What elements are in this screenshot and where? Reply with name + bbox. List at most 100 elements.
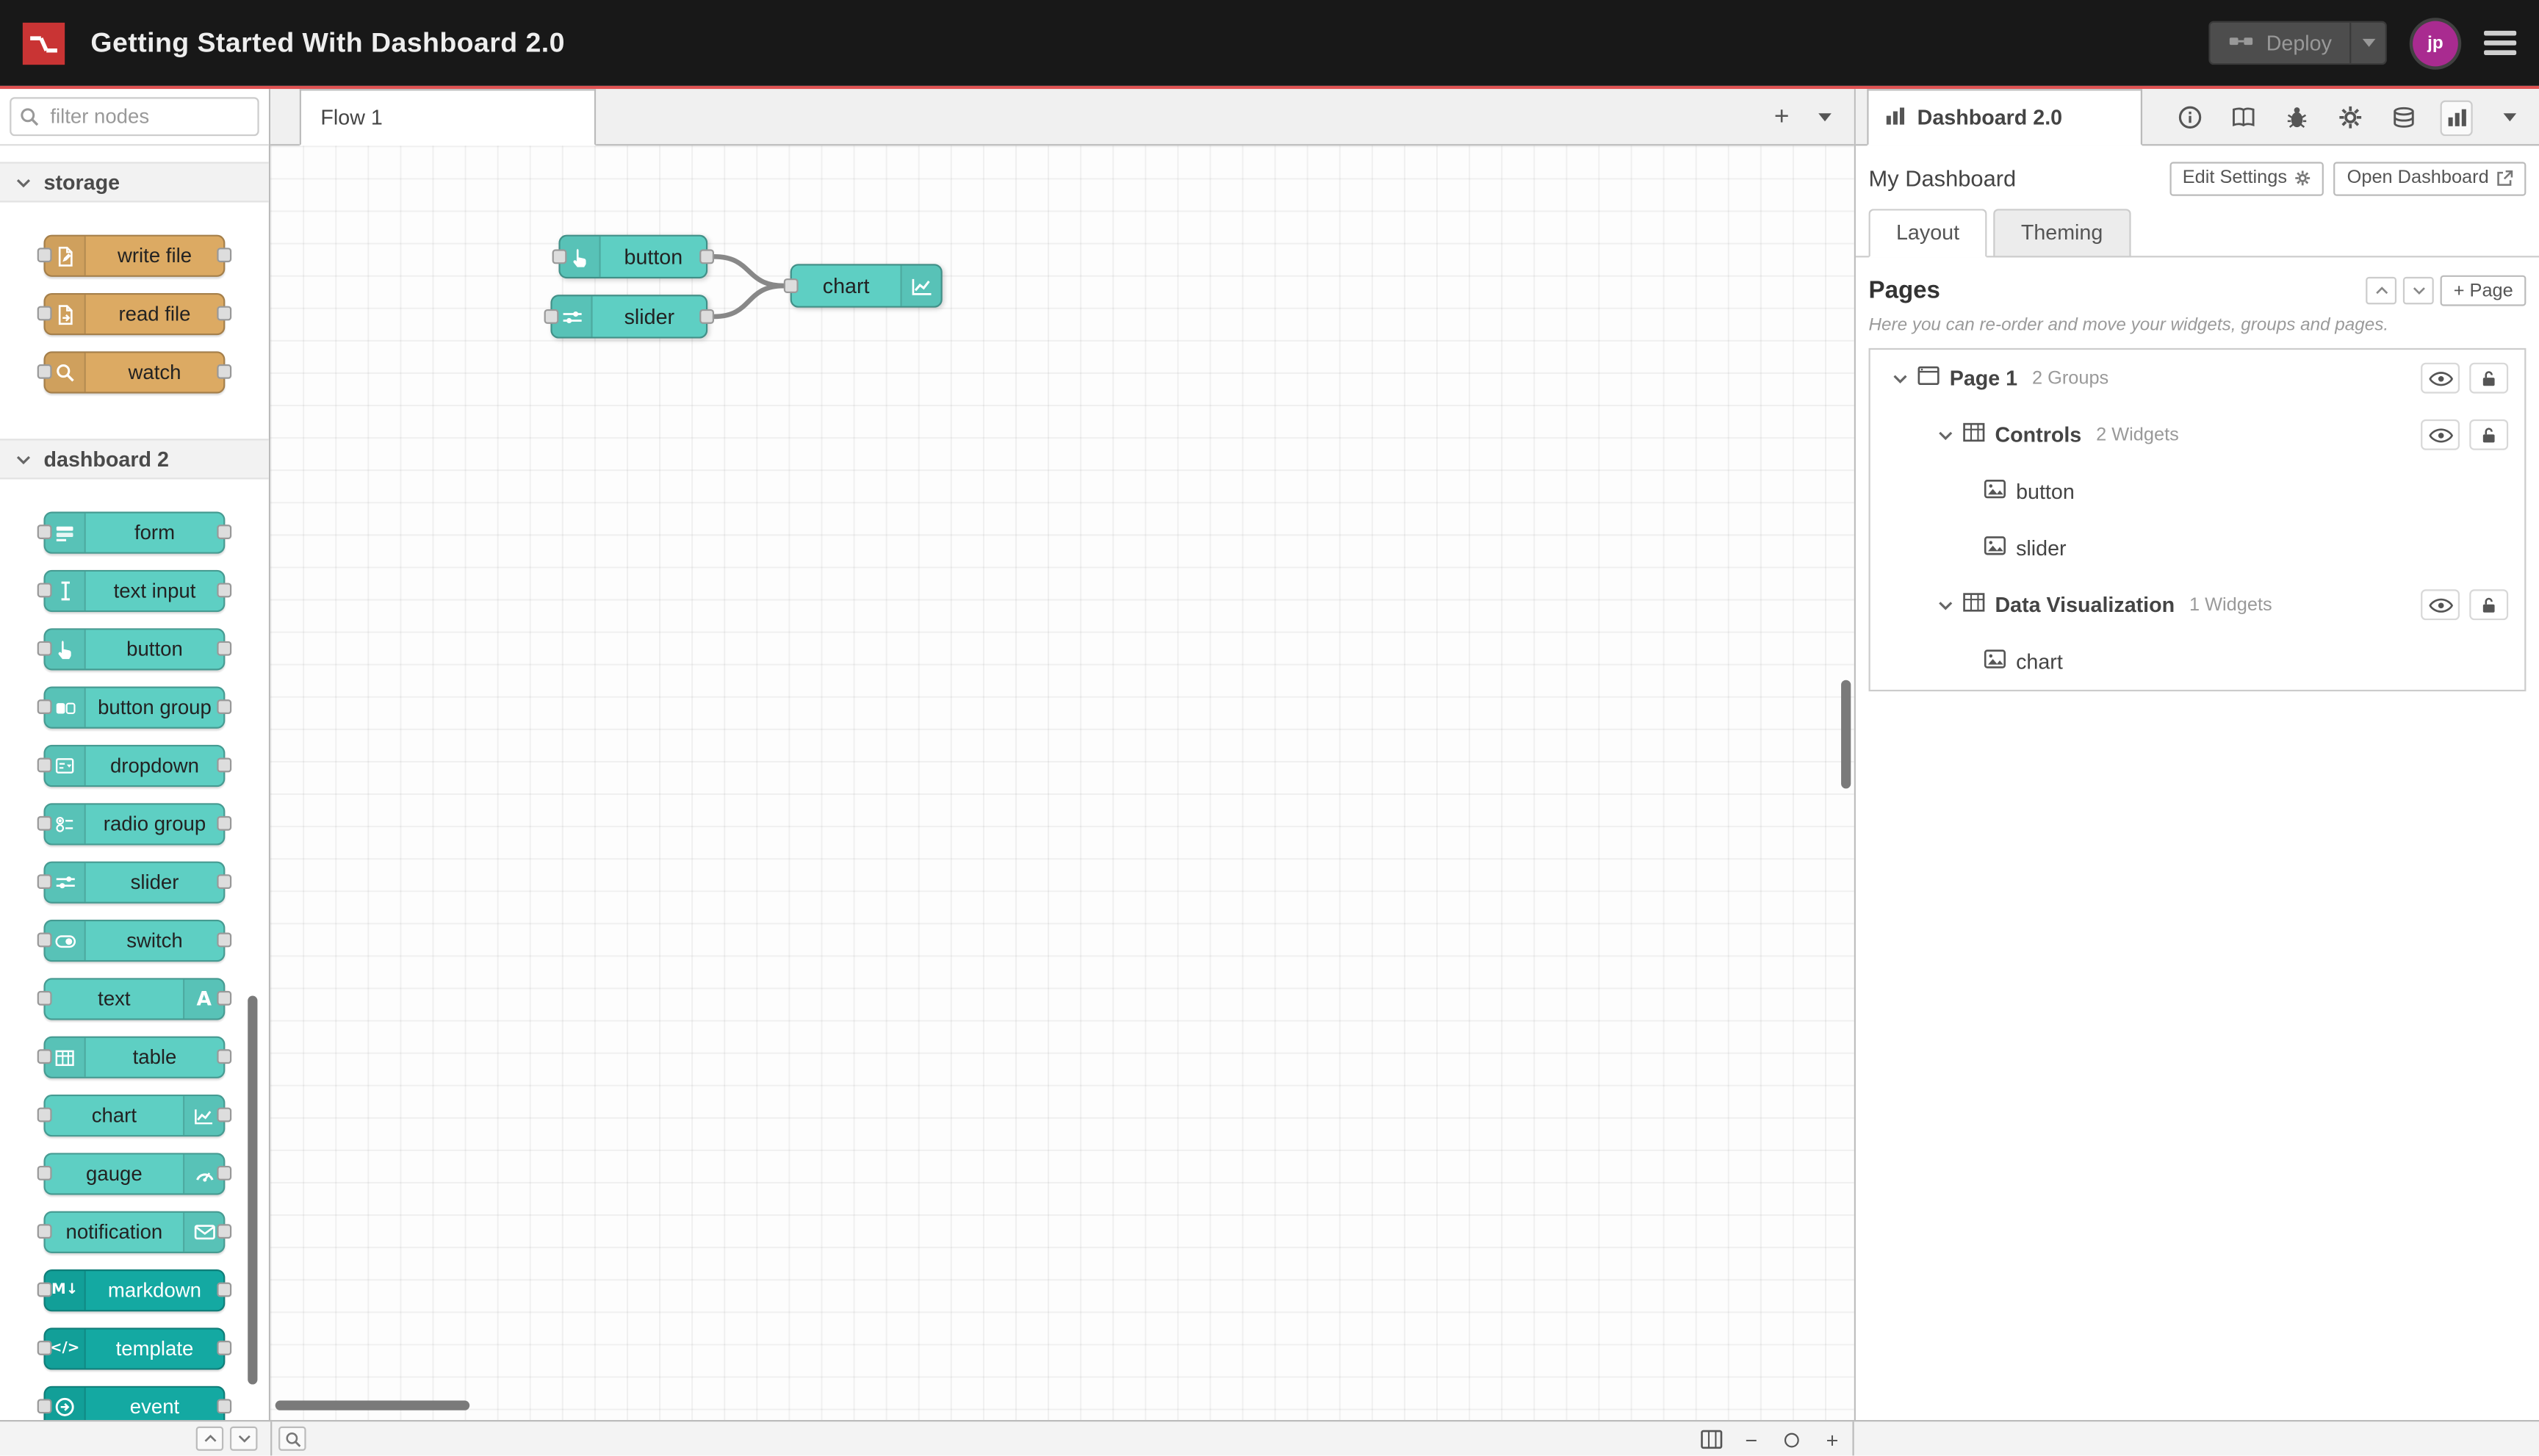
palette-node-watch[interactable]: watch (37, 351, 232, 394)
canvas-node-slider[interactable]: slider (544, 295, 715, 339)
node-output-port[interactable] (217, 306, 232, 321)
node-input-port[interactable] (37, 990, 52, 1006)
node-output-port[interactable] (217, 1399, 232, 1414)
node-output-port[interactable] (217, 815, 232, 831)
canvas-horizontal-scrollbar[interactable] (275, 1400, 470, 1410)
node-output-port[interactable] (217, 1049, 232, 1064)
zoom-reset-button[interactable] (1778, 1427, 1805, 1452)
node-input-port[interactable] (37, 1224, 52, 1239)
flow-list-caret[interactable] (1818, 113, 1832, 122)
canvas-search-icon[interactable] (278, 1426, 306, 1451)
zoom-in-button[interactable]: + (1818, 1427, 1845, 1452)
node-input-port[interactable] (552, 248, 567, 264)
node-input-port[interactable] (37, 1282, 52, 1297)
palette-scrollbar[interactable] (248, 995, 258, 1385)
node-output-port[interactable] (217, 699, 232, 715)
visibility-eye-icon[interactable] (2421, 362, 2460, 394)
tree-row-widget-chart[interactable]: chart (1870, 633, 2524, 690)
canvas-node-button[interactable]: button (552, 234, 715, 279)
sidebar-tab-dashboard[interactable]: Dashboard 2.0 (1867, 89, 2143, 146)
tab-layout[interactable]: Layout (1868, 209, 1987, 258)
main-menu-icon[interactable] (2484, 30, 2517, 55)
palette-node-read-file[interactable]: read file (37, 292, 232, 336)
tree-row-page-1[interactable]: Page 1 2 Groups (1870, 350, 2524, 406)
debug-bug-icon[interactable] (2280, 100, 2312, 135)
palette-node-dropdown[interactable]: dropdown (37, 744, 232, 788)
palette-node-switch[interactable]: switch (37, 919, 232, 962)
collapse-all-button[interactable] (2366, 276, 2397, 305)
wire-slider-to-chart[interactable] (711, 283, 787, 320)
palette-category-dashboard-2[interactable]: dashboard 2 (0, 439, 269, 480)
node-output-port[interactable] (217, 248, 232, 263)
node-input-port[interactable] (37, 306, 52, 321)
canvas-vertical-scrollbar[interactable] (1841, 680, 1851, 789)
palette-node-slider[interactable]: slider (37, 861, 232, 904)
palette-expand-all-button[interactable] (229, 1426, 258, 1451)
unlock-icon[interactable] (2469, 419, 2509, 450)
add-flow-button[interactable]: + (1774, 104, 1790, 130)
flow-canvas[interactable]: button slider chart (270, 145, 1854, 1420)
info-icon[interactable] (2173, 100, 2205, 135)
node-input-port[interactable] (37, 364, 52, 379)
node-output-port[interactable] (699, 308, 715, 323)
node-input-port[interactable] (37, 757, 52, 773)
palette-node-text-input[interactable]: text input (37, 569, 232, 613)
node-output-port[interactable] (217, 583, 232, 598)
canvas-node-chart[interactable]: chart (783, 264, 943, 308)
palette-node-markdown[interactable]: M↓ markdown (37, 1269, 232, 1312)
palette-category-storage[interactable]: storage (0, 162, 269, 203)
user-avatar[interactable]: jp (2413, 20, 2458, 66)
palette-node-button[interactable]: button (37, 628, 232, 671)
node-output-port[interactable] (699, 248, 715, 264)
edit-settings-button[interactable]: Edit Settings (2169, 161, 2324, 195)
palette-node-chart[interactable]: chart (37, 1094, 232, 1137)
palette-node-radio-group[interactable]: radio group (37, 803, 232, 846)
node-output-port[interactable] (217, 1282, 232, 1297)
node-output-port[interactable] (217, 1340, 232, 1355)
palette-collapse-all-button[interactable] (195, 1426, 224, 1451)
node-output-port[interactable] (217, 1165, 232, 1181)
node-output-port[interactable] (217, 641, 232, 656)
node-output-port[interactable] (217, 990, 232, 1006)
help-book-icon[interactable] (2227, 100, 2259, 135)
node-input-port[interactable] (37, 641, 52, 656)
node-input-port[interactable] (37, 1165, 52, 1181)
open-dashboard-button[interactable]: Open Dashboard (2334, 161, 2527, 195)
palette-node-notification[interactable]: notification (37, 1211, 232, 1253)
palette-scroll-area[interactable]: storage write file read file watch dashb… (0, 145, 269, 1420)
context-data-icon[interactable] (2387, 100, 2419, 135)
visibility-eye-icon[interactable] (2421, 419, 2460, 450)
palette-node-button-group[interactable]: button group (37, 686, 232, 729)
node-output-port[interactable] (217, 757, 232, 773)
node-output-port[interactable] (217, 364, 232, 379)
palette-node-form[interactable]: form (37, 511, 232, 554)
node-input-port[interactable] (37, 525, 52, 539)
chevron-down-icon[interactable] (1938, 430, 1953, 440)
minimap-toggle-icon[interactable] (1697, 1427, 1724, 1452)
node-input-port[interactable] (37, 1399, 52, 1414)
node-output-port[interactable] (217, 525, 232, 539)
node-input-port[interactable] (37, 1049, 52, 1064)
zoom-out-button[interactable]: − (1737, 1427, 1765, 1452)
chevron-down-icon[interactable] (1938, 600, 1953, 610)
node-input-port[interactable] (37, 1107, 52, 1122)
tree-row-widget-button[interactable]: button (1870, 463, 2524, 519)
node-output-port[interactable] (217, 1224, 232, 1239)
node-input-port[interactable] (37, 815, 52, 831)
visibility-eye-icon[interactable] (2421, 589, 2460, 621)
expand-all-button[interactable] (2403, 276, 2435, 305)
palette-node-text[interactable]: A text (37, 978, 232, 1020)
node-input-port[interactable] (37, 874, 52, 890)
deploy-options-caret[interactable] (2349, 22, 2385, 63)
deploy-button[interactable]: Deploy (2208, 21, 2387, 65)
node-input-port[interactable] (783, 278, 799, 292)
palette-node-event[interactable]: event (37, 1385, 232, 1420)
palette-node-table[interactable]: table (37, 1036, 232, 1078)
filter-nodes-input[interactable] (10, 97, 259, 137)
palette-node-template[interactable]: </> template (37, 1327, 232, 1370)
chevron-down-icon[interactable] (1893, 373, 1908, 383)
node-input-port[interactable] (37, 699, 52, 715)
gear-icon[interactable] (2333, 100, 2366, 135)
node-input-port[interactable] (37, 583, 52, 598)
add-page-button[interactable]: + Page (2441, 275, 2527, 306)
